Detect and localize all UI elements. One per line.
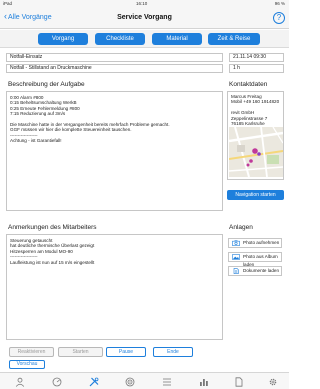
emergency-field[interactable]: Notfall-Einsatz (6, 53, 223, 62)
pause-button[interactable]: Pause (106, 347, 146, 357)
description-field[interactable]: Notfall - Stillstand an Druckmaschine (6, 64, 223, 73)
end-button[interactable]: Ende (153, 347, 193, 357)
tools-icon[interactable] (89, 377, 99, 387)
tab-vorgang[interactable]: Vorgang (38, 33, 88, 45)
take-photo-button[interactable]: Photo aufnehmen (228, 238, 282, 248)
carrier-label: iPad (3, 1, 13, 6)
page-title: Service Vorgang (117, 14, 172, 21)
take-photo-label: Photo aufnehmen (243, 240, 280, 245)
bottom-tab-bar (0, 372, 289, 389)
reactivate-button[interactable]: Reaktivieren (9, 347, 54, 357)
tab-material[interactable]: Material (152, 33, 202, 45)
load-documents-label: Dokumente laden (243, 268, 280, 273)
contact-details: Marcus Freitag Mobil +49 160 1914820 revi… (228, 92, 283, 126)
target-icon[interactable] (125, 377, 135, 387)
document-icon[interactable] (234, 377, 244, 387)
task-description-textarea[interactable]: 0:00 Alarm #800 0:15 Beheltsumschaltung W… (6, 91, 223, 211)
contact-text-line: Mobil +49 160 1914820 (231, 99, 280, 105)
contact-card: Marcus Freitag Mobil +49 160 1914820 revi… (227, 91, 284, 180)
attachments-section-title: Anlagen (229, 224, 253, 231)
load-documents-button[interactable]: Dokumente laden (228, 266, 282, 276)
document-icon (233, 268, 239, 274)
start-button[interactable]: Starten (58, 347, 103, 357)
date-field[interactable]: 21.11.14 09:30 (229, 53, 284, 62)
list-icon[interactable] (162, 377, 172, 387)
camera-icon (232, 240, 240, 246)
notes-text-line: Laufleistung ist nun auf 15 m/s eingeste… (10, 259, 95, 265)
contact-section-title: Kontaktdaten (229, 81, 268, 88)
dashboard-icon[interactable] (52, 377, 62, 387)
preview-button[interactable]: Vorschau (9, 360, 45, 369)
statistics-icon[interactable] (199, 377, 209, 387)
map-view[interactable] (229, 127, 283, 177)
settings-gear-icon[interactable] (268, 377, 278, 387)
battery-label: 96 % (274, 1, 285, 6)
map-graphic (229, 127, 283, 177)
photo-album-icon (232, 254, 240, 260)
photo-album-button[interactable]: Photo aus Album laden (228, 252, 282, 267)
notes-section-title: Anmerkungen des Mitarbeiters (8, 224, 97, 231)
contact-text-line: 76185 Karlsruhe (231, 121, 265, 127)
employee-notes-textarea[interactable]: Steuerung getauscht hat deutliche thermis… (6, 234, 223, 340)
tab-bar: Vorgang Checkliste Material Zeit & Reise (0, 30, 289, 48)
navigation-bar: ‹Alle Vorgänge Service Vorgang ? (0, 8, 289, 29)
tab-zeit-reise[interactable]: Zeit & Reise (208, 33, 260, 45)
status-bar: iPad 16:10 96 % (0, 0, 289, 8)
tab-checkliste[interactable]: Checkliste (95, 33, 145, 45)
help-button[interactable]: ? (273, 12, 285, 24)
task-section-title: Beschreibung der Aufgabe (8, 81, 85, 88)
duration-field[interactable]: 1 h (229, 64, 284, 73)
start-navigation-button[interactable]: Navigation starten (227, 190, 284, 200)
task-text-line: Achtung - ist Garantiefall! (10, 138, 62, 144)
user-icon[interactable] (15, 377, 25, 387)
clock-label: 16:10 (136, 1, 148, 6)
